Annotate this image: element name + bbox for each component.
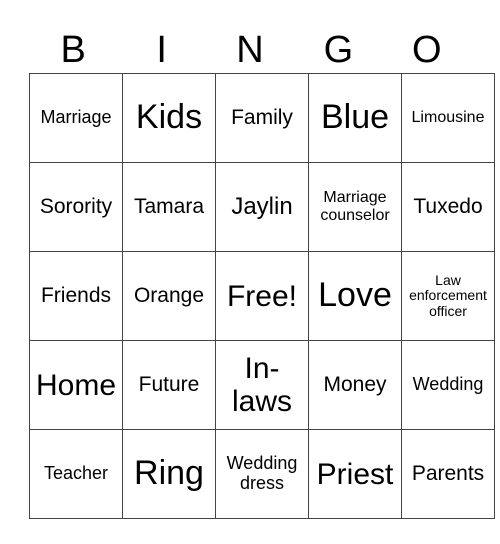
bingo-cell[interactable]: Teacher	[29, 429, 123, 519]
bingo-cell[interactable]: Future	[122, 340, 216, 430]
bingo-cell[interactable]: Marriage counselor	[308, 162, 402, 252]
grid-row: Marriage Kids Family Blue Limousine	[29, 73, 495, 163]
bingo-cell[interactable]: Jaylin	[215, 162, 309, 252]
bingo-cell[interactable]: Priest	[308, 429, 402, 519]
bingo-cell[interactable]: Wedding	[401, 340, 495, 430]
header-letter-n: N	[236, 29, 264, 71]
grid-row: Teacher Ring Wedding dress Priest Parent…	[29, 429, 495, 519]
header-letter-i: I	[156, 29, 167, 71]
bingo-cell[interactable]: Tamara	[122, 162, 216, 252]
bingo-cell[interactable]: Law enforcement officer	[401, 251, 495, 341]
bingo-cell[interactable]: Love	[308, 251, 402, 341]
bingo-cell[interactable]: Orange	[122, 251, 216, 341]
bingo-cell[interactable]: Family	[215, 73, 309, 163]
bingo-cell[interactable]: Tuxedo	[401, 162, 495, 252]
bingo-cell[interactable]: Limousine	[401, 73, 495, 163]
bingo-cell[interactable]: Parents	[401, 429, 495, 519]
bingo-cell[interactable]: Ring	[122, 429, 216, 519]
bingo-cell[interactable]: Wedding dress	[215, 429, 309, 519]
header-letter-o: O	[412, 29, 442, 71]
bingo-cell[interactable]: Money	[308, 340, 402, 430]
header-letter-b: B	[60, 29, 86, 71]
bingo-cell[interactable]: Friends	[29, 251, 123, 341]
free-space-cell[interactable]: Free!	[215, 251, 309, 341]
bingo-cell[interactable]: Kids	[122, 73, 216, 163]
bingo-cell[interactable]: Marriage	[29, 73, 123, 163]
bingo-cell[interactable]: Blue	[308, 73, 402, 163]
header-letter-g: G	[323, 29, 354, 71]
bingo-cell[interactable]: Home	[29, 340, 123, 430]
bingo-header: B I N G O	[29, 28, 471, 72]
bingo-cell[interactable]: Sorority	[29, 162, 123, 252]
bingo-grid: Marriage Kids Family Blue Limousine Soro…	[29, 73, 495, 519]
grid-row: Home Future In-laws Money Wedding	[29, 340, 495, 430]
bingo-cell[interactable]: In-laws	[215, 340, 309, 430]
grid-row: Sorority Tamara Jaylin Marriage counselo…	[29, 162, 495, 252]
grid-row: Friends Orange Free! Love Law enforcemen…	[29, 251, 495, 341]
